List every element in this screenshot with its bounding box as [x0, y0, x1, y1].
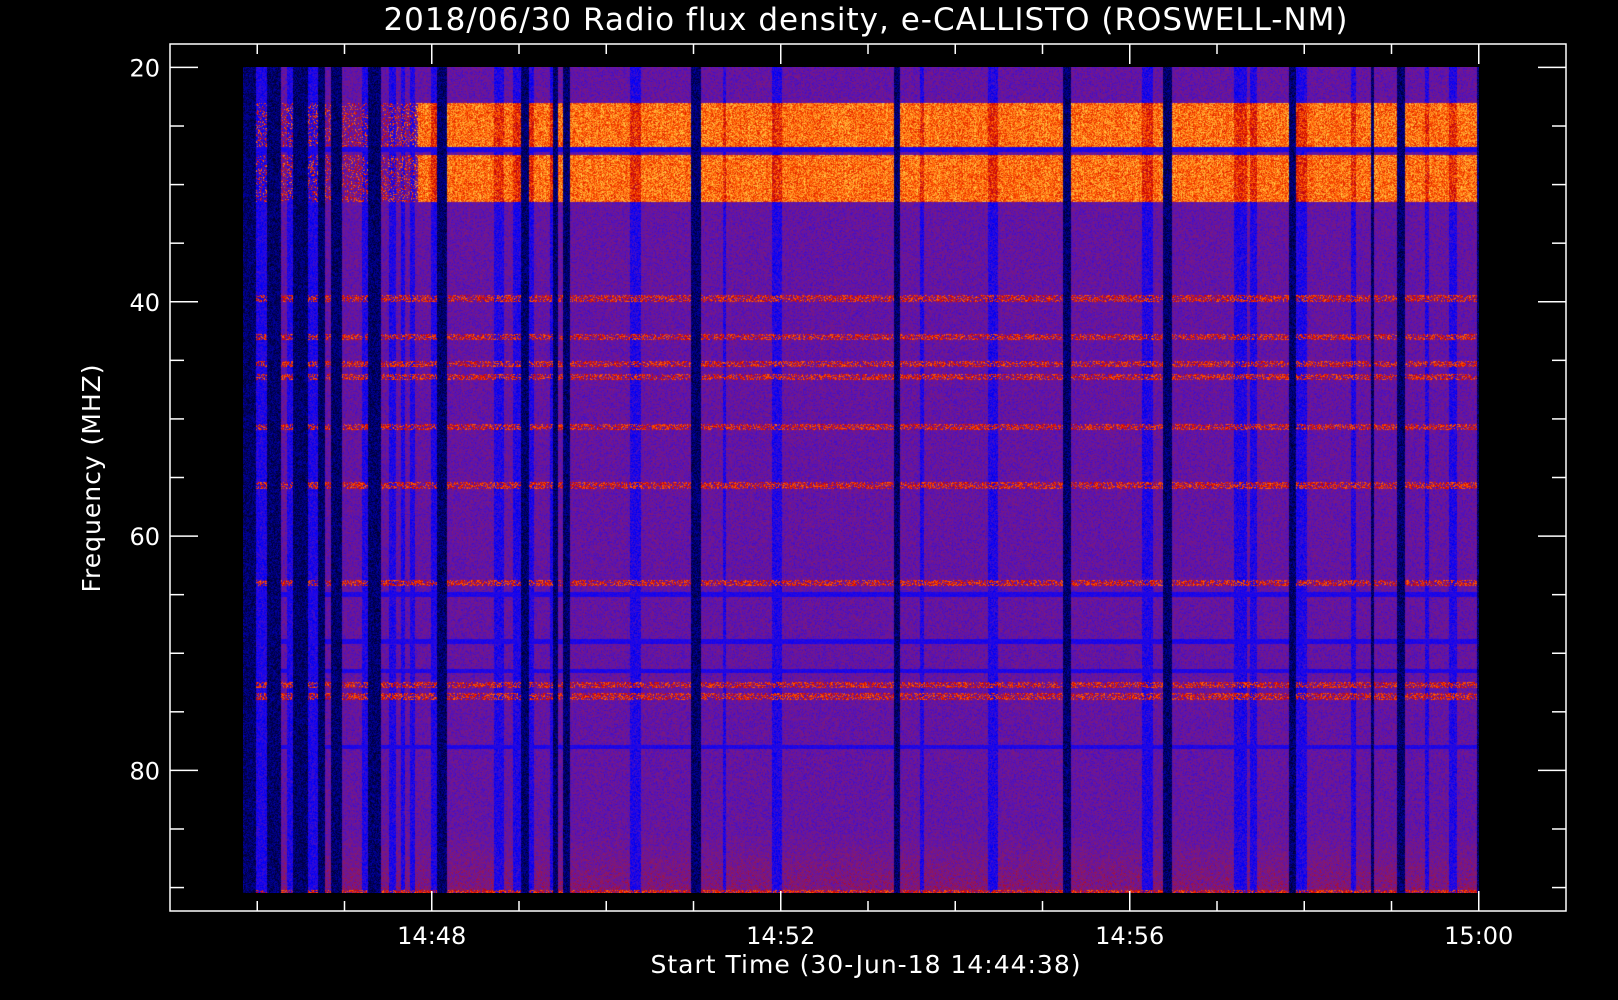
- x-tick-label: 14:56: [1095, 922, 1164, 950]
- chart-title: 2018/06/30 Radio flux density, e-CALLIST…: [383, 2, 1348, 38]
- y-tick-label: 60: [129, 523, 160, 551]
- x-tick-label: 14:52: [746, 922, 815, 950]
- spectrogram-chart: 2018/06/30 Radio flux density, e-CALLIST…: [0, 0, 1618, 1000]
- spectrogram-heatmap: [243, 67, 1479, 893]
- heatmap-area: [243, 67, 1479, 893]
- x-tick-label: 15:00: [1444, 922, 1513, 950]
- y-tick-label: 20: [129, 54, 160, 82]
- y-axis-label: Frequency (MHZ): [77, 363, 106, 592]
- x-tick-label: 14:48: [397, 922, 466, 950]
- x-axis-label: Start Time (30-Jun-18 14:44:38): [651, 950, 1082, 979]
- y-tick-label: 40: [129, 289, 160, 317]
- y-tick-label: 80: [129, 757, 160, 785]
